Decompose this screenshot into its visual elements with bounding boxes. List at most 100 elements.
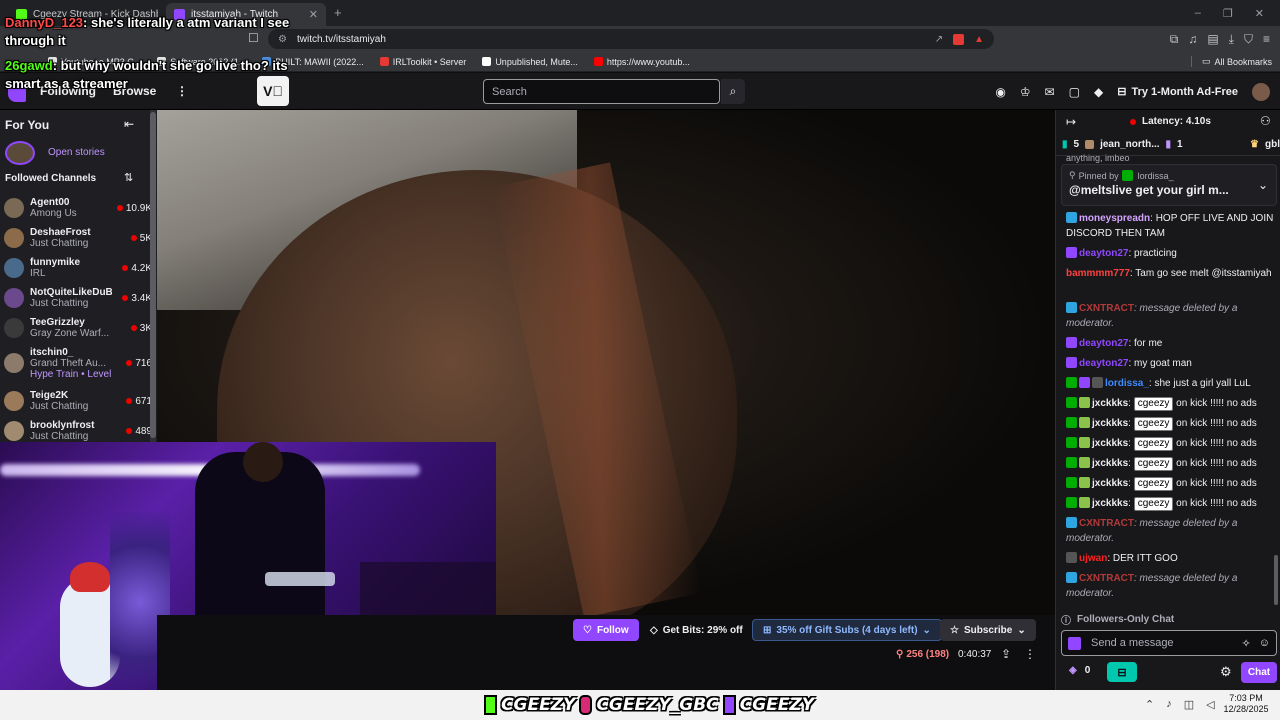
pinned-message[interactable]: ⚲ Pinned by lordissa_ @meltslive get your … bbox=[1061, 164, 1277, 206]
avatar bbox=[4, 318, 24, 338]
shield-icon[interactable]: ⛉ bbox=[1244, 32, 1253, 47]
ad-free-icon: ⊟ bbox=[1117, 86, 1127, 98]
menu-icon[interactable]: ≡ bbox=[1263, 32, 1270, 46]
download-icon[interactable]: ⤓ bbox=[1229, 32, 1234, 47]
puzzle-icon[interactable]: ⧉ bbox=[1170, 32, 1179, 47]
bits-icon[interactable]: ◆ bbox=[1094, 85, 1103, 99]
chat-username[interactable]: jxckkks bbox=[1092, 498, 1128, 509]
avatar bbox=[4, 228, 24, 248]
bookmark-item[interactable]: IRLToolkit • Server bbox=[372, 57, 475, 67]
all-bookmarks-button[interactable]: ▭ All Bookmarks bbox=[1190, 56, 1280, 67]
bookmark-item[interactable]: https://www.youtub... bbox=[586, 57, 698, 67]
chat-username[interactable]: CXNTRACT bbox=[1079, 518, 1134, 529]
chat-username[interactable]: deayton27 bbox=[1079, 248, 1128, 259]
more-options-icon[interactable]: ⋮ bbox=[1024, 647, 1036, 661]
badge-icon bbox=[1066, 337, 1077, 348]
gift-subs-button[interactable]: ⊞ 35% off Gift Subs (4 days left) ⌄ bbox=[752, 619, 942, 641]
chevron-up-icon[interactable]: ⌃ bbox=[1145, 698, 1154, 711]
subscribe-button[interactable]: ☆ Subscribe ⌄ bbox=[940, 619, 1036, 641]
search-input[interactable]: Search bbox=[483, 79, 720, 104]
followers-only-notice: ⓘ Followers-Only Chat bbox=[1061, 613, 1175, 627]
minimize-button[interactable]: – bbox=[1195, 7, 1201, 19]
pin-icon: ⚲ bbox=[1069, 170, 1076, 180]
crown-icon[interactable]: ♔ bbox=[1020, 85, 1031, 99]
chat-emote: cgeezy bbox=[1133, 477, 1174, 491]
volume-icon[interactable]: ◁ bbox=[1206, 698, 1214, 711]
whispers-icon[interactable]: ▢ bbox=[1069, 85, 1080, 99]
chat-username[interactable]: jxckkks bbox=[1092, 458, 1128, 469]
emote-picker-icon[interactable]: ☺ bbox=[1259, 637, 1270, 649]
badge-icon bbox=[1079, 377, 1090, 388]
stories-avatar[interactable] bbox=[5, 141, 35, 165]
network-icon[interactable]: ◫ bbox=[1184, 698, 1194, 711]
chat-username[interactable]: ujwan bbox=[1079, 553, 1107, 564]
user-avatar[interactable] bbox=[1252, 82, 1270, 101]
sidebar-icon[interactable]: ▤ bbox=[1207, 32, 1218, 46]
chat-username[interactable]: jxckkks bbox=[1092, 478, 1128, 489]
live-dot-icon bbox=[126, 398, 133, 404]
badge-icon bbox=[1066, 572, 1077, 583]
chat-username[interactable]: deayton27 bbox=[1079, 358, 1128, 369]
collapse-chat-icon[interactable]: ↦ bbox=[1066, 115, 1076, 129]
chat-settings-icon[interactable]: ⚙ bbox=[1220, 664, 1232, 680]
sidebar-scrollbar-thumb[interactable] bbox=[150, 112, 156, 438]
chat-send-button[interactable]: Chat bbox=[1241, 662, 1277, 683]
microphone-icon[interactable]: ♪ bbox=[1166, 698, 1172, 711]
taskbar-clock[interactable]: 7:03 PM 12/28/2025 bbox=[1222, 693, 1270, 715]
follow-button[interactable]: ♡ Follow bbox=[573, 619, 639, 641]
chat-text: on kick !!!!! no ads bbox=[1173, 418, 1257, 429]
heart-icon: ♡ bbox=[583, 624, 592, 636]
chat-username[interactable]: lordissa_ bbox=[1105, 378, 1149, 389]
bits-cheer-icon[interactable]: ✧ bbox=[1242, 637, 1251, 650]
chat-identity-icon[interactable] bbox=[1068, 636, 1081, 650]
chat-username[interactable]: jxckkks bbox=[1092, 398, 1128, 409]
sidebar-channel[interactable]: TeeGrizzley Gray Zone Warf... 3K bbox=[4, 313, 152, 343]
chat-username[interactable]: CXNTRACT bbox=[1079, 303, 1134, 314]
badge-icon bbox=[1066, 552, 1077, 563]
stories-icon[interactable]: ◉ bbox=[995, 85, 1005, 99]
media-icon[interactable]: ♫ bbox=[1188, 32, 1197, 46]
sidebar-channel[interactable]: Teige2K Just Chatting 671 bbox=[4, 386, 152, 416]
address-bar[interactable]: ⚙ twitch.tv/itsstamiyah ↗ ▲ bbox=[268, 29, 994, 49]
chat-scrollbar-thumb[interactable] bbox=[1274, 555, 1278, 605]
chat-message: jxckkks: cgeezy on kick !!!!! no ads bbox=[1066, 436, 1274, 451]
hype-train-status: Hype Train • Level 10 bbox=[30, 368, 112, 380]
chat-username[interactable]: deayton27 bbox=[1079, 338, 1128, 349]
share-icon[interactable]: ↗ bbox=[935, 34, 943, 45]
sidebar-channel[interactable]: NotQuiteLikeDuB Just Chatting 3.4K bbox=[4, 283, 152, 313]
close-window-button[interactable]: ✕ bbox=[1255, 7, 1264, 20]
claim-bonus-icon[interactable]: ⊟ bbox=[1107, 662, 1137, 682]
share-icon[interactable]: ⇪ bbox=[1001, 647, 1011, 661]
search-icon[interactable]: ⌕ bbox=[721, 79, 745, 104]
try-ad-free-button[interactable]: ⊟ Try 1-Month Ad-Free bbox=[1117, 85, 1238, 99]
chat-message: jxckkks: cgeezy on kick !!!!! no ads bbox=[1066, 476, 1274, 491]
chat-username[interactable]: jxckkks bbox=[1092, 438, 1128, 449]
chat-input[interactable]: Send a message ✧ ☺ bbox=[1061, 630, 1277, 656]
verified-badge-icon bbox=[1121, 170, 1133, 181]
expand-pinned-icon[interactable]: ⌄ bbox=[1258, 178, 1268, 192]
users-icon[interactable]: ⚇ bbox=[1260, 114, 1271, 128]
sidebar-channel[interactable]: funnymike IRL 4.2K bbox=[4, 253, 152, 283]
new-tab-button[interactable]: + bbox=[334, 5, 342, 20]
sort-icon[interactable]: ⇅ bbox=[124, 171, 133, 184]
chat-username[interactable]: jxckkks bbox=[1092, 418, 1128, 429]
open-stories-link[interactable]: Open stories bbox=[48, 147, 105, 158]
inbox-icon[interactable]: ✉ bbox=[1045, 85, 1055, 99]
chat-username[interactable]: CXNTRACT bbox=[1079, 573, 1134, 584]
sidebar-channel[interactable]: DeshaeFrost Just Chatting 5K bbox=[4, 223, 152, 253]
get-bits-button[interactable]: ◇ Get Bits: 29% off bbox=[640, 619, 753, 641]
sidebar-channel[interactable]: itschin0_ Grand Theft Au... Hype Train • L… bbox=[4, 343, 152, 383]
sidebar-channel[interactable]: Agent00 Among Us 10.9K bbox=[4, 193, 152, 223]
collapse-sidebar-icon[interactable]: ⇤ bbox=[124, 117, 134, 131]
chat-username[interactable]: moneyspreadn bbox=[1079, 213, 1150, 224]
extension-icon[interactable] bbox=[953, 33, 965, 45]
chat-message: CXNTRACT: message deleted by a moderator… bbox=[1066, 516, 1274, 546]
badge-icon bbox=[1066, 497, 1077, 508]
bookmark-item[interactable]: Unpublished, Mute... bbox=[474, 57, 586, 67]
avatar bbox=[4, 258, 24, 278]
chat-username[interactable]: bammmm777 bbox=[1066, 268, 1130, 279]
alert-extension-icon[interactable]: ▲ bbox=[974, 34, 984, 45]
maximize-button[interactable]: ❐ bbox=[1223, 7, 1233, 20]
channel-points[interactable]: ◈ 0 bbox=[1069, 665, 1090, 676]
avatar bbox=[4, 198, 24, 218]
